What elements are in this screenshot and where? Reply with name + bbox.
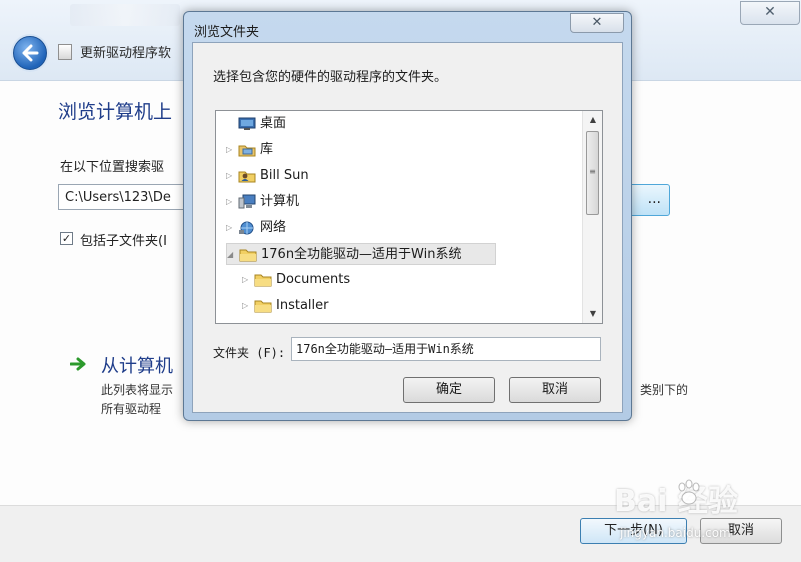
folder-input[interactable]: 176n全功能驱动—适用于Win系统	[291, 337, 601, 361]
library-icon	[238, 142, 256, 158]
tree-item-label: 176n全功能驱动—适用于Win系统	[261, 247, 462, 262]
tree-item-label: 库	[260, 142, 274, 157]
folder-icon	[239, 247, 257, 263]
dialog-body: 选择包含您的硬件的驱动程序的文件夹。 桌面 ▷ 库 ▷ Bill Sun ▷ 计算机 ▷ 网络 ◢…	[192, 42, 623, 413]
tree-item-label: Documents	[276, 272, 351, 287]
folder-icon	[254, 298, 272, 314]
tree-scrollbar[interactable]: ▲ ≡ ▼	[582, 111, 602, 323]
computer-icon	[238, 194, 256, 210]
expand-arrow-icon[interactable]: ▷	[226, 191, 236, 213]
expand-arrow-icon[interactable]: ◢	[227, 244, 237, 266]
user-folder-icon	[238, 168, 256, 184]
option-description-line1: 此列表将显示	[101, 383, 174, 397]
watermark-url: jingyan.baidu.com	[620, 526, 731, 540]
back-button[interactable]	[13, 36, 47, 70]
expand-arrow-icon[interactable]: ▷	[242, 295, 252, 317]
tree-item[interactable]: ▷ 网络	[226, 217, 556, 239]
folder-label: 文件夹 (F):	[213, 346, 286, 360]
network-icon	[238, 220, 256, 236]
expand-arrow-icon[interactable]: ▷	[226, 217, 236, 239]
cancel-button[interactable]: 取消	[509, 377, 601, 403]
tree-item[interactable]: ▷ 库	[226, 139, 556, 161]
ok-button[interactable]: 确定	[403, 377, 495, 403]
green-arrow-icon	[70, 357, 86, 371]
scroll-thumb[interactable]: ≡	[586, 131, 599, 215]
expand-arrow-icon[interactable]: ▷	[226, 139, 236, 161]
back-arrow-icon	[22, 44, 39, 62]
tree-item[interactable]: ▷ 计算机	[226, 191, 556, 213]
baidu-watermark: Bai 经验 jingyan.baidu.com	[614, 472, 784, 542]
tree-item-label: Bill Sun	[260, 168, 309, 183]
tree-item[interactable]: ▷ Bill Sun	[226, 165, 556, 187]
scroll-up-icon[interactable]: ▲	[583, 111, 602, 129]
include-subfolders-label: 包括子文件夹(I	[80, 234, 167, 249]
tree-item-label: 网络	[260, 220, 287, 235]
desktop-icon	[238, 116, 256, 132]
search-location-label: 在以下位置搜索驱	[60, 160, 165, 175]
device-manager-icon	[58, 44, 72, 60]
tree-item[interactable]: ▷ Documents	[242, 269, 556, 291]
tree-item-label: Installer	[276, 298, 329, 313]
wizard-close-button[interactable]: ✕	[740, 1, 800, 25]
scroll-down-icon[interactable]: ▼	[583, 305, 602, 323]
baidu-paw-icon	[678, 479, 700, 505]
include-subfolders-checkbox[interactable]: ✓	[60, 232, 73, 245]
wizard-title: 更新驱动程序软	[80, 46, 172, 61]
tree-item[interactable]: 桌面	[226, 113, 556, 135]
wizard-heading: 浏览计算机上	[58, 101, 173, 123]
pick-from-list-option[interactable]: 从计算机	[101, 352, 173, 378]
dialog-instruction: 选择包含您的硬件的驱动程序的文件夹。	[213, 70, 448, 85]
option-description-line2: 所有驱动程	[101, 402, 162, 416]
titlebar-blur	[70, 4, 180, 26]
tree-item[interactable]: ◢ 176n全功能驱动—适用于Win系统	[226, 243, 496, 265]
tree-item-label: 桌面	[260, 116, 287, 131]
dialog-close-button[interactable]: ✕	[570, 13, 624, 33]
folder-icon	[254, 272, 272, 288]
dialog-title: 浏览文件夹	[194, 25, 260, 40]
tree-item[interactable]: ▷ Installer	[242, 295, 556, 317]
tree-item-label: 计算机	[260, 194, 300, 209]
expand-arrow-icon[interactable]: ▷	[226, 165, 236, 187]
expand-arrow-icon[interactable]: ▷	[242, 269, 252, 291]
folder-tree[interactable]: 桌面 ▷ 库 ▷ Bill Sun ▷ 计算机 ▷ 网络 ◢ 176n全功能驱动—适用于Win系统 ▷…	[215, 110, 603, 324]
browse-folder-dialog: 浏览文件夹 ✕ 选择包含您的硬件的驱动程序的文件夹。 桌面 ▷ 库 ▷ Bill Sun…	[183, 11, 632, 421]
option-description-right: 类别下的	[640, 383, 689, 397]
